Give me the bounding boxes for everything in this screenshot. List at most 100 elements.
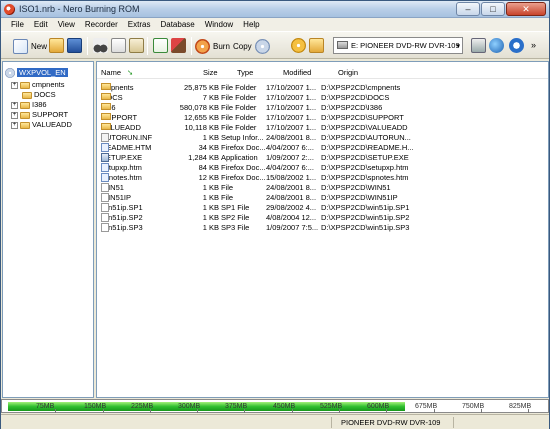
file-name-cell: win51ip.SP2	[101, 213, 143, 223]
table-row[interactable]: AUTORUN.INF 1 KB Setup Infor... 24/08/2001 …	[97, 133, 548, 143]
minimize-button[interactable]: –	[456, 2, 480, 16]
update-globe-icon[interactable]	[489, 38, 504, 53]
menu-help[interactable]: Help	[243, 18, 259, 31]
column-name[interactable]: Name	[101, 67, 121, 79]
copy-disc-button[interactable]: Copy	[233, 36, 270, 56]
file-size: 10,118 KB	[184, 123, 219, 132]
table-row[interactable]: cmpnents 25,875 KB File Folder 17/10/2007 1…	[97, 83, 548, 93]
file-icon	[101, 223, 109, 232]
tree-item-valueadd[interactable]: + VALUEADD	[11, 120, 72, 130]
file-name-cell: README.HTM	[101, 143, 151, 153]
file-list-header: Name ➘ Size Type Modified Origin	[97, 67, 548, 79]
close-button[interactable]: ✕	[506, 2, 546, 16]
save-icon[interactable]	[67, 38, 82, 53]
menu-database[interactable]: Database	[160, 18, 194, 31]
file-list[interactable]: Name ➘ Size Type Modified Origin cmpnent…	[96, 61, 549, 398]
expand-icon[interactable]: +	[11, 111, 18, 119]
compilation-properties-icon[interactable]	[153, 38, 168, 53]
tree-item-docs[interactable]: DOCS	[20, 90, 56, 100]
file-origin: D:\XPSP2CD\SUPPORT	[321, 113, 404, 122]
folder-icon[interactable]	[309, 38, 324, 53]
file-type: File	[221, 193, 234, 202]
maximize-button[interactable]: □	[481, 2, 505, 16]
table-row[interactable]: win51ip.SP3 1 KB SP3 File 1/09/2007 7:5... D…	[97, 223, 548, 233]
folder-icon	[101, 83, 111, 90]
help-icon[interactable]	[509, 38, 524, 53]
tree-item-support[interactable]: + SUPPORT	[11, 110, 68, 120]
cut-icon[interactable]	[93, 38, 108, 53]
table-row[interactable]: WIN51IP 1 KB File 24/08/2001 8... D:\XPSP2CD…	[97, 193, 548, 203]
table-row[interactable]: I386 580,078 KBFile Folder 17/10/2007 1...…	[97, 103, 548, 113]
file-origin: D:\XPSP2CD\setupxp.htm	[321, 163, 409, 172]
tree-item-i386[interactable]: + I386	[11, 100, 47, 110]
toolbar-separator	[147, 37, 148, 55]
file-origin: D:\XPSP2CD\AUTORUN...	[321, 133, 411, 142]
column-size[interactable]: Size	[203, 67, 218, 79]
table-row[interactable]: DOCS 7 KB File Folder 17/10/2007 1... D:\XPS…	[97, 93, 548, 103]
menu-view[interactable]: View	[58, 18, 75, 31]
capacity-mark-label: 375MB	[225, 403, 248, 410]
copy-icon[interactable]	[111, 38, 126, 53]
table-row[interactable]: spnotes.htm 12 KB Firefox Doc... 15/08/2002…	[97, 173, 548, 183]
file-icon	[101, 183, 109, 192]
table-row[interactable]: WIN51 1 KB File 24/08/2001 8... D:\XPSP2CD\W…	[97, 183, 548, 193]
folder-icon	[20, 81, 30, 89]
capacity-mark-label: 450MB	[273, 403, 296, 410]
open-folder-icon[interactable]	[49, 38, 64, 53]
toolbar-overflow-icon[interactable]: »	[531, 40, 536, 50]
file-name-cell: cmpnents	[101, 83, 134, 93]
folder-icon	[20, 121, 30, 129]
menu-extras[interactable]: Extras	[128, 18, 151, 31]
file-modified: 4/08/2004 12...	[266, 213, 317, 222]
file-size: 12,655 KB	[183, 113, 219, 122]
file-size: 12 KB	[198, 173, 219, 182]
file-type: Setup Infor...	[221, 133, 264, 142]
menu-edit[interactable]: Edit	[34, 18, 48, 31]
file-modified: 24/08/2001 8...	[266, 183, 317, 192]
file-size: 7 KB	[202, 93, 219, 102]
file-type: File Folder	[221, 123, 257, 132]
table-row[interactable]: win51ip.SP1 1 KB SP1 File 29/08/2002 4... D:…	[97, 203, 548, 213]
burn-compilation-icon[interactable]	[171, 38, 186, 53]
application-icon	[101, 153, 109, 162]
tree-item-cmpnents[interactable]: + cmpnents	[11, 80, 65, 90]
menu-window[interactable]: Window	[205, 18, 233, 31]
file-icon	[101, 193, 109, 202]
paste-icon[interactable]	[129, 38, 144, 53]
table-row[interactable]: win51ip.SP2 1 KB SP2 File 4/08/2004 12... D:…	[97, 213, 548, 223]
file-modified: 1/09/2007 7:5...	[266, 223, 319, 232]
new-label: New	[31, 41, 48, 51]
recorder-drive-select[interactable]: E: PIONEER DVD-RW DVR-109 ▾	[333, 37, 463, 54]
window-title: ISO1.nrb - Nero Burning ROM	[19, 4, 140, 14]
table-row[interactable]: setupxp.htm 84 KB Firefox Doc... 4/04/2007 …	[97, 163, 548, 173]
capacity-bar: 75MB 150MB 225MB 300MB 375MB 450MB 525MB 600MB 6…	[1, 399, 549, 413]
disc-info-icon[interactable]	[291, 38, 306, 53]
chevron-down-icon[interactable]: ▾	[456, 39, 460, 53]
column-origin[interactable]: Origin	[338, 67, 358, 79]
file-icon	[101, 133, 109, 142]
column-type[interactable]: Type	[237, 67, 253, 79]
table-row[interactable]: README.HTM 34 KB Firefox Doc... 4/04/2007 6…	[97, 143, 548, 153]
nero-window: ISO1.nrb - Nero Burning ROM – □ ✕ File E…	[0, 0, 550, 429]
column-modified[interactable]: Modified	[283, 67, 311, 79]
expand-icon[interactable]: +	[11, 121, 18, 129]
table-row[interactable]: VALUEADD 10,118 KB File Folder 17/10/2007 1…	[97, 123, 548, 133]
table-row[interactable]: SETUP.EXE 1,284 KB Application 1/09/2007 2:…	[97, 153, 548, 163]
burn-button[interactable]: Burn	[195, 36, 230, 56]
tree-root[interactable]: WXPVOL_EN	[5, 68, 68, 79]
new-button[interactable]: New	[13, 36, 47, 56]
title-bar[interactable]: ISO1.nrb - Nero Burning ROM – □ ✕	[1, 1, 549, 18]
menu-file[interactable]: File	[11, 18, 24, 31]
drive-info-icon[interactable]	[471, 38, 486, 53]
compilation-tree[interactable]: WXPVOL_EN + cmpnents DOCS + I386 + SUPPORT …	[2, 61, 94, 398]
expand-icon[interactable]: +	[11, 81, 18, 89]
file-modified: 24/08/2001 8...	[266, 193, 317, 202]
table-row[interactable]: SUPPORT 12,655 KB File Folder 17/10/2007 1.…	[97, 113, 548, 123]
file-size: 580,078 KB	[179, 103, 219, 112]
capacity-mark-label: 825MB	[509, 403, 532, 410]
expand-icon[interactable]: +	[11, 101, 18, 109]
file-type: File	[221, 183, 234, 192]
nero-app-icon[interactable]	[4, 4, 15, 15]
menu-recorder[interactable]: Recorder	[85, 18, 118, 31]
file-modified: 17/10/2007 1...	[266, 83, 317, 92]
